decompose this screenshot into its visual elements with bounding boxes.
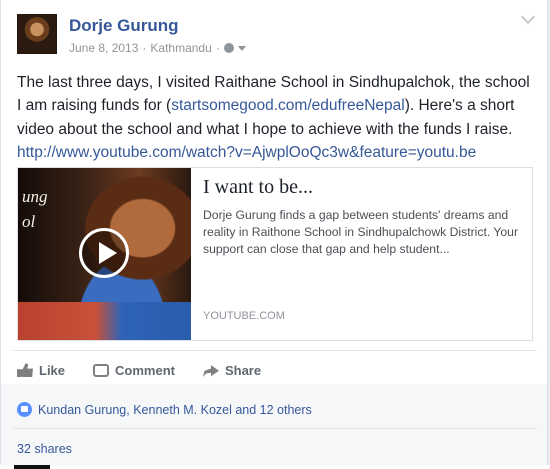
share-button[interactable]: Share	[202, 362, 262, 378]
author-name[interactable]: Dorje Gurung	[69, 16, 179, 36]
likes-summary[interactable]: Kundan Gurung, Kenneth M. Kozel and 12 o…	[17, 402, 312, 417]
post-meta: June 8, 2013 · Kathmandu ·	[69, 41, 246, 55]
card-description: Dorje Gurung finds a gap between student…	[203, 208, 519, 256]
like-label: Like	[39, 362, 66, 378]
thumbnail-text: ung ol	[22, 187, 48, 231]
thumbs-up-icon	[17, 363, 33, 377]
comment-icon	[93, 363, 110, 377]
play-icon[interactable]	[79, 228, 129, 278]
divider	[13, 350, 537, 351]
comment-label: Comment	[115, 362, 175, 378]
reactions-area	[1, 384, 547, 469]
globe-icon[interactable]	[223, 43, 234, 53]
post-text: The last three days, I visited Raithane …	[17, 71, 537, 164]
meta-separator-2: ·	[215, 41, 220, 55]
thumbnail-shirt	[18, 302, 191, 340]
divider-2	[13, 428, 537, 429]
card-body: I want to be... Dorje Gurung finds a gap…	[203, 176, 521, 258]
post-date[interactable]: June 8, 2013	[69, 41, 138, 55]
comment-button[interactable]: Comment	[93, 363, 175, 378]
post-location[interactable]: Kathmandu	[150, 41, 211, 55]
share-label: Share	[224, 362, 262, 378]
action-bar: Like Comment Share	[17, 356, 289, 384]
video-thumbnail[interactable]: ung ol	[18, 168, 191, 340]
like-button[interactable]: Like	[17, 363, 65, 378]
next-post-avatar	[14, 465, 50, 469]
meta-separator: ·	[142, 41, 147, 55]
likes-text[interactable]: Kundan Gurung, Kenneth M. Kozel and 12 o…	[38, 403, 312, 417]
card-domain: YOUTUBE.COM	[203, 310, 285, 322]
link-preview-card[interactable]: ung ol I want to be... Dorje Gurung find…	[17, 167, 533, 341]
like-badge-icon	[17, 402, 32, 417]
bottom-strip	[0, 465, 550, 469]
caret-down-icon[interactable]	[237, 45, 246, 51]
avatar[interactable]	[17, 14, 57, 54]
fundraiser-link[interactable]: startsomegood.com/edufreeNepal	[171, 97, 405, 114]
feed-post: Dorje Gurung June 8, 2013 · Kathmandu · …	[0, 0, 548, 469]
post-header: Dorje Gurung June 8, 2013 · Kathmandu ·	[17, 14, 537, 56]
youtube-link[interactable]: http://www.youtube.com/watch?v=AjwplOoQc…	[17, 144, 476, 161]
share-icon	[202, 365, 219, 377]
card-title[interactable]: I want to be...	[203, 176, 521, 199]
shares-count[interactable]: 32 shares	[17, 442, 72, 456]
